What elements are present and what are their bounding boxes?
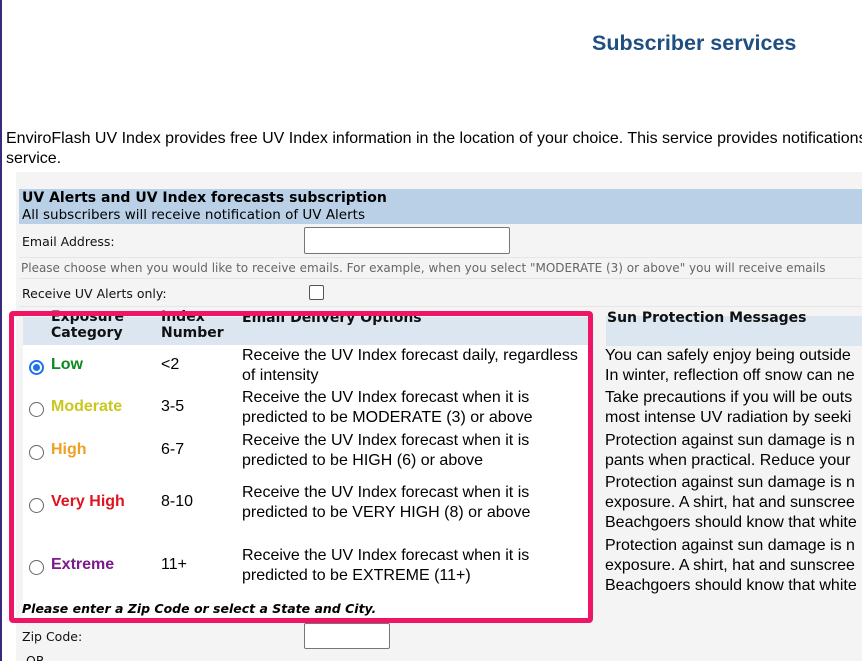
sun-message-line: Protection against sun damage is n [605, 432, 855, 449]
section-title: UV Alerts and UV Index forecasts subscri… [22, 190, 387, 206]
col-head-sun: Sun Protection Messages [607, 310, 807, 326]
intro-text: EnviroFlash UV Index provides free UV In… [6, 129, 862, 169]
section-header: UV Alerts and UV Index forecasts subscri… [19, 189, 862, 224]
email-label: Email Address: [22, 234, 115, 249]
sun-message-line: pants when practical. Reduce your [605, 452, 851, 469]
sun-message-line: Protection against sun damage is n [605, 474, 855, 491]
zip-code-field[interactable] [304, 623, 390, 649]
sun-message-line: Beachgoers should know that white [605, 577, 857, 594]
sun-message-line: exposure. A shirt, hat and sunscree [605, 557, 855, 574]
left-border [0, 0, 2, 661]
sun-message-line: Beachgoers should know that white [605, 514, 857, 531]
highlight-annotation [9, 311, 593, 623]
or-label: OR [26, 653, 45, 661]
alerts-only-label: Receive UV Alerts only: [22, 286, 167, 301]
row-divider [19, 306, 862, 307]
page-title: Subscriber services [592, 31, 797, 55]
sun-message-line: You can safely enjoy being outside [605, 347, 851, 364]
sun-message-line: In winter, reflection off snow can ne [605, 367, 855, 384]
sun-message-line: Take precautions if you will be outs [605, 389, 853, 406]
section-subtitle: All subscribers will receive notificatio… [22, 207, 365, 223]
sun-message-line: Protection against sun damage is n [605, 537, 855, 554]
email-field[interactable] [304, 227, 510, 254]
sun-message-high: Protection against sun damage is n pants… [605, 431, 862, 471]
instructions-hint: Please choose when you would like to rec… [21, 261, 826, 275]
intro-line-1: EnviroFlash UV Index provides free UV In… [6, 130, 862, 147]
row-divider [19, 257, 862, 258]
alerts-only-checkbox[interactable] [309, 285, 324, 300]
zip-code-label: Zip Code: [22, 629, 83, 644]
intro-line-2: service. [6, 150, 62, 167]
sun-message-line: exposure. A shirt, hat and sunscree [605, 494, 855, 511]
sun-message-moderate: Take precautions if you will be outs mos… [605, 388, 862, 428]
sun-message-extreme: Protection against sun damage is n expos… [605, 536, 862, 596]
sun-message-line: most intense UV radiation by seeki [605, 409, 852, 426]
row-divider [19, 278, 862, 279]
sun-message-very-high: Protection against sun damage is n expos… [605, 473, 862, 533]
sun-message-low: You can safely enjoy being outside In wi… [605, 346, 862, 386]
